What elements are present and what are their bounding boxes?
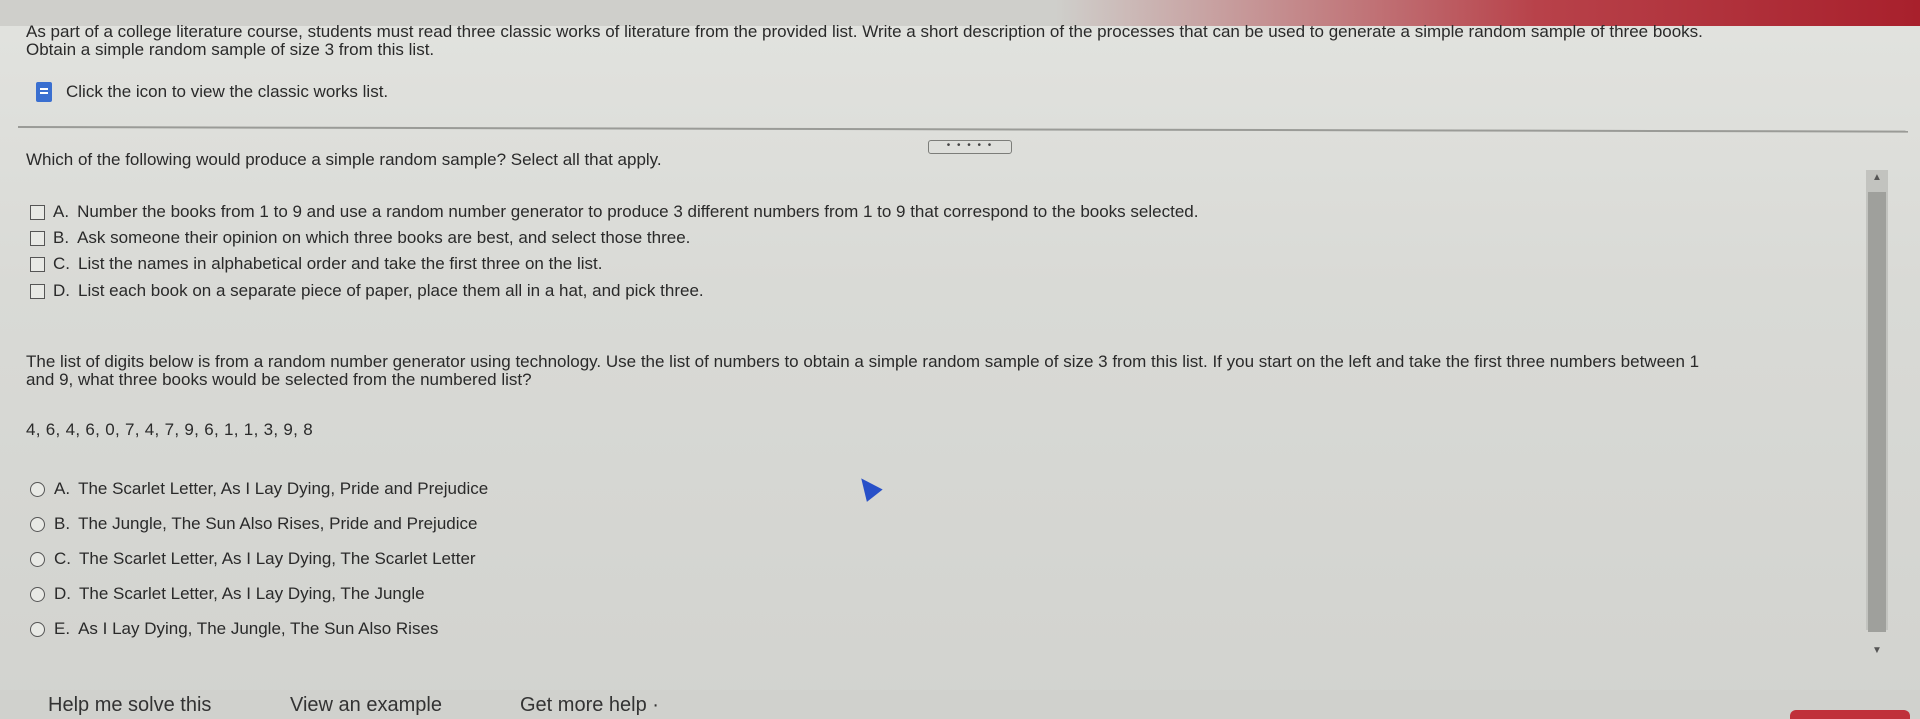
scroll-down-icon[interactable]: ▼ [1868,645,1886,661]
q2-option-e[interactable]: E. As I Lay Dying, The Jungle, The Sun A… [30,619,438,639]
option-letter: D. [53,281,70,300]
checkbox[interactable] [30,230,45,246]
option-text: The Scarlet Letter, As I Lay Dying, The … [79,584,425,603]
option-letter: B. [53,228,70,247]
book-list-icon[interactable] [36,82,52,102]
radio-button[interactable] [30,621,45,637]
q2-option-b[interactable]: B. The Jungle, The Sun Also Rises, Pride… [30,514,477,534]
option-text: List the names in alphabetical order and… [78,254,603,273]
classic-works-link[interactable]: Click the icon to view the classic works… [36,82,388,102]
classic-works-label: Click the icon to view the classic works… [66,82,389,101]
get-more-help-button[interactable]: Get more help · [520,694,659,717]
radio-button[interactable] [30,481,45,497]
bottom-toolbar [0,690,1920,719]
scroll-up-icon[interactable]: ▲ [1868,172,1886,188]
question-2-prompt-line-1: The list of digits below is from a rando… [26,352,1700,371]
option-letter: E. [54,619,71,638]
option-letter: B. [54,514,71,533]
random-digits: 4, 6, 4, 6, 0, 7, 4, 7, 9, 6, 1, 1, 3, 9… [26,420,313,439]
option-letter: A. [53,202,70,221]
q1-option-a[interactable]: A. Number the books from 1 to 9 and use … [30,202,1198,222]
option-text: The Scarlet Letter, As I Lay Dying, Prid… [78,479,489,498]
option-text: The Jungle, The Sun Also Rises, Pride an… [78,514,478,533]
intro-line-1: As part of a college literature course, … [26,22,1703,41]
expand-button[interactable]: • • • • • [928,140,1012,154]
intro-line-2: Obtain a simple random sample of size 3 … [26,40,435,59]
radio-button[interactable] [30,551,45,567]
q2-option-c[interactable]: C. The Scarlet Letter, As I Lay Dying, T… [30,549,476,569]
view-example-button[interactable]: View an example [290,694,442,717]
option-text: As I Lay Dying, The Jungle, The Sun Also… [78,619,439,638]
question-1-prompt: Which of the following would produce a s… [26,150,662,169]
option-letter: D. [54,584,71,603]
option-text: Number the books from 1 to 9 and use a r… [77,202,1199,221]
q1-option-c[interactable]: C. List the names in alphabetical order … [30,254,602,274]
option-letter: A. [54,479,71,498]
checkbox[interactable] [30,204,45,220]
question-2-prompt-line-2: and 9, what three books would be selecte… [26,370,532,389]
option-text: List each book on a separate piece of pa… [78,281,704,300]
q1-option-b[interactable]: B. Ask someone their opinion on which th… [30,228,690,248]
scrollbar-thumb[interactable] [1868,192,1886,632]
q1-option-d[interactable]: D. List each book on a separate piece of… [30,281,704,301]
checkbox[interactable] [30,283,45,299]
help-me-solve-button[interactable]: Help me solve this [48,694,211,717]
checkbox[interactable] [30,256,45,272]
radio-button[interactable] [30,516,45,532]
option-text: The Scarlet Letter, As I Lay Dying, The … [79,549,476,568]
q2-option-d[interactable]: D. The Scarlet Letter, As I Lay Dying, T… [30,584,425,604]
option-letter: C. [53,254,70,273]
q2-option-a[interactable]: A. The Scarlet Letter, As I Lay Dying, P… [30,479,488,499]
option-text: Ask someone their opinion on which three… [77,228,691,247]
option-letter: C. [54,549,71,568]
radio-button[interactable] [30,586,45,602]
check-answer-button[interactable] [1790,710,1910,719]
